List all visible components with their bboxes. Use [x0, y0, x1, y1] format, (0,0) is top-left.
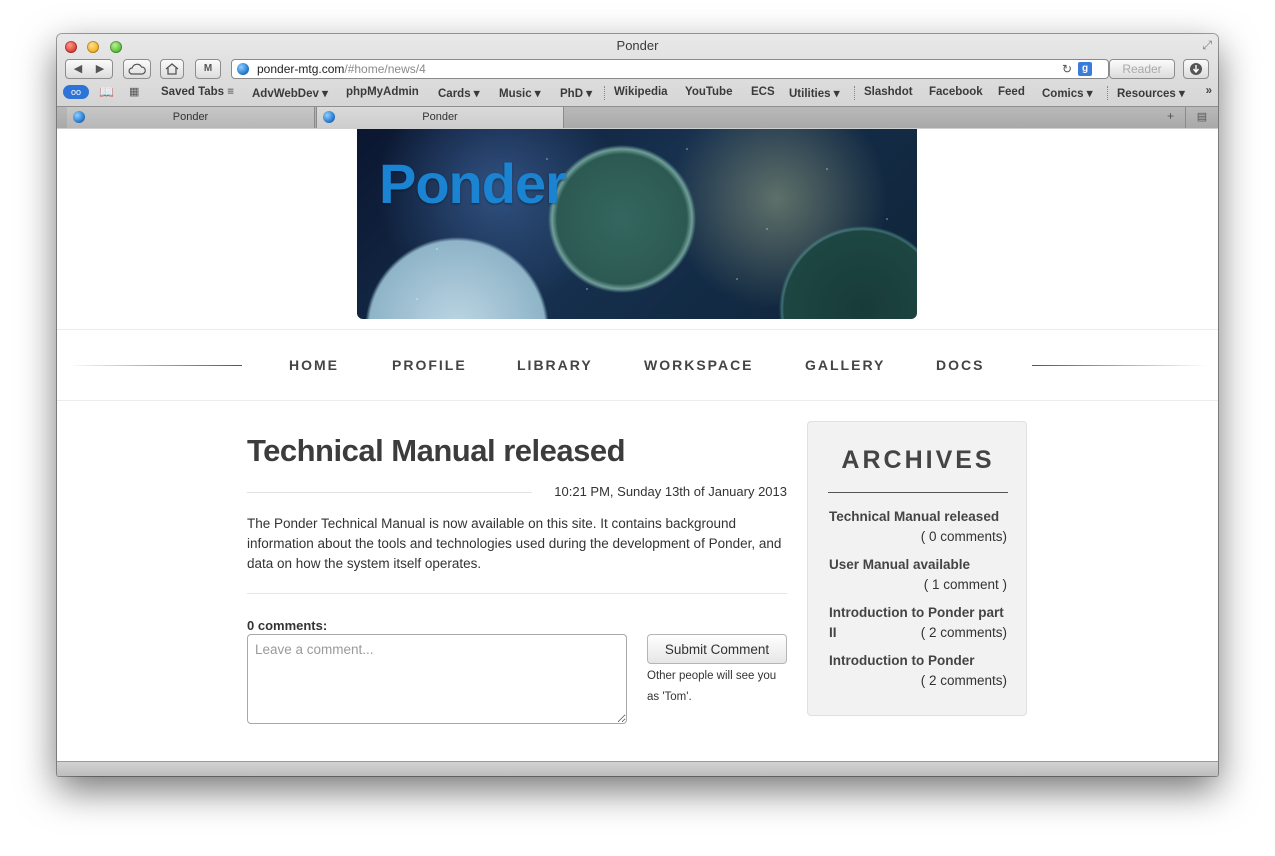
url-path: /#home/news/4 — [344, 62, 426, 76]
title-bar: Ponder ⤢ — [57, 34, 1218, 58]
bookmark-feed[interactable]: Feed — [998, 86, 1025, 98]
comments-count: 0 comments: — [247, 618, 328, 633]
window-title: Ponder — [616, 38, 659, 53]
home-button[interactable] — [160, 59, 184, 79]
site-logo: Ponder — [379, 152, 567, 215]
nav-gallery[interactable]: GALLERY — [805, 357, 885, 373]
bookmark-youtube[interactable]: YouTube — [685, 86, 732, 98]
bookmark-separator — [854, 86, 856, 100]
bookmark-separator — [604, 86, 606, 100]
web-page: Ponder HOME PROFILE LIBRARY WORKSPACE GA… — [57, 129, 1218, 761]
bookmark-separator — [1107, 86, 1109, 100]
bookmarks-book-icon[interactable]: 📖 — [99, 85, 114, 99]
download-icon — [1190, 63, 1202, 75]
address-bar[interactable]: ponder-mtg.com/#home/news/4 ↻ g — [231, 59, 1109, 79]
back-forward-buttons: ◀ ▶ — [65, 59, 113, 79]
new-tab-icon[interactable]: + — [1167, 109, 1174, 123]
archives-title: ARCHIVES — [841, 446, 995, 474]
post-date: 10:21 PM, Sunday 13th of January 2013 — [554, 484, 787, 499]
nav-workspace[interactable]: WORKSPACE — [644, 357, 754, 373]
archive-comment-count: ( 1 comment ) — [923, 577, 1007, 592]
tab-ponder-2[interactable]: Ponder — [316, 107, 564, 128]
bookmarks-bar: oo 📖 ▦ Saved Tabs ≡ AdvWebDev ▾ phpMyAdm… — [57, 83, 1218, 103]
archive-link[interactable]: User Manual available — [829, 557, 970, 572]
archives-divider — [828, 492, 1008, 493]
nav-profile[interactable]: PROFILE — [392, 357, 467, 373]
archive-item: Introduction to Ponder part II ( 2 comme… — [829, 603, 1007, 643]
bookmarks-overflow-icon[interactable]: » — [1206, 85, 1212, 97]
nav-divider-right — [1032, 365, 1207, 366]
site-globe-icon — [237, 63, 249, 75]
archives-list: Technical Manual released ( 0 comments) … — [829, 507, 1007, 699]
archive-item: Introduction to Ponder ( 2 comments) — [829, 651, 1007, 691]
post-body: The Ponder Technical Manual is now avail… — [247, 516, 782, 571]
downloads-button[interactable] — [1183, 59, 1209, 79]
fullscreen-icon[interactable]: ⤢ — [1202, 38, 1212, 53]
tab-label: Ponder — [422, 111, 458, 123]
tab-favicon — [323, 111, 335, 123]
archives-sidebar: ARCHIVES Technical Manual released ( 0 c… — [807, 421, 1027, 716]
comment-identity-note: Other people will see you as 'Tom'. — [647, 670, 777, 703]
bookmark-wikipedia[interactable]: Wikipedia — [614, 86, 668, 98]
archive-link[interactable]: Technical Manual released — [829, 509, 999, 524]
status-bar — [57, 761, 1218, 776]
cloud-icon — [128, 63, 146, 75]
tab-ponder-1[interactable]: Ponder — [67, 107, 315, 128]
url-text[interactable]: ponder-mtg.com/#home/news/4 — [257, 62, 426, 76]
archive-item: Technical Manual released ( 0 comments) — [829, 507, 1007, 547]
top-sites-button[interactable]: M — [195, 59, 221, 79]
bookmark-phd[interactable]: PhD ▾ — [560, 86, 592, 100]
bookmark-slashdot[interactable]: Slashdot — [864, 86, 913, 98]
post-title: Technical Manual released — [247, 433, 626, 468]
bookmark-cards[interactable]: Cards ▾ — [438, 86, 480, 100]
tab-label: Ponder — [172, 111, 209, 123]
bookmark-resources[interactable]: Resources ▾ — [1117, 86, 1185, 100]
bookmark-utilities[interactable]: Utilities ▾ — [789, 86, 840, 100]
bookmark-saved-tabs[interactable]: Saved Tabs ≡ — [161, 86, 234, 98]
tab-overview-icon[interactable]: ▤ — [1185, 107, 1218, 128]
bookmark-phpmyadmin[interactable]: phpMyAdmin — [346, 86, 419, 98]
nav-docs[interactable]: DOCS — [936, 357, 984, 373]
bookmark-comics[interactable]: Comics ▾ — [1042, 86, 1093, 100]
top-sites-grid-icon[interactable]: ▦ — [129, 85, 139, 98]
icloud-tabs-button[interactable] — [123, 59, 151, 79]
archive-link[interactable]: Introduction to Ponder — [829, 653, 974, 668]
browser-window: Ponder ⤢ ◀ ▶ M ponder-mtg.com/#home/news/… — [57, 34, 1218, 776]
bookmark-ecs[interactable]: ECS — [751, 86, 775, 98]
reload-icon[interactable]: ↻ — [1062, 62, 1072, 76]
reader-button[interactable]: Reader — [1109, 59, 1175, 79]
tab-bar: Ponder Ponder + ▤ — [57, 106, 1218, 128]
nav-divider-left — [67, 365, 242, 366]
archive-item: User Manual available ( 1 comment ) — [829, 555, 1007, 595]
comment-input[interactable] — [247, 634, 627, 724]
google-search-icon[interactable]: g — [1078, 62, 1092, 76]
site-banner[interactable]: Ponder — [357, 129, 917, 319]
main-nav: HOME PROFILE LIBRARY WORKSPACE GALLERY D… — [57, 329, 1218, 401]
archive-comment-count: ( 2 comments) — [920, 625, 1007, 640]
browser-toolbar: ◀ ▶ M ponder-mtg.com/#home/news/4 ↻ g Rea… — [57, 58, 1218, 82]
back-button[interactable]: ◀ — [67, 60, 89, 78]
submit-comment-button[interactable]: Submit Comment — [647, 634, 787, 664]
url-host: ponder-mtg.com — [257, 62, 345, 76]
archive-comment-count: ( 0 comments) — [920, 529, 1007, 544]
bookmark-music[interactable]: Music ▾ — [499, 86, 541, 100]
title-divider — [247, 492, 532, 493]
bookmark-facebook[interactable]: Facebook — [929, 86, 983, 98]
forward-button[interactable]: ▶ — [89, 60, 111, 78]
body-divider — [247, 593, 787, 594]
tab-favicon — [73, 111, 85, 123]
bookmark-advwebdev[interactable]: AdvWebDev ▾ — [252, 86, 328, 100]
reading-list-icon[interactable]: oo — [63, 85, 89, 99]
browser-chrome: Ponder ⤢ ◀ ▶ M ponder-mtg.com/#home/news/… — [57, 34, 1218, 129]
nav-library[interactable]: LIBRARY — [517, 357, 593, 373]
archive-comment-count: ( 2 comments) — [920, 673, 1007, 688]
nav-home[interactable]: HOME — [289, 357, 339, 373]
home-icon — [165, 63, 179, 75]
